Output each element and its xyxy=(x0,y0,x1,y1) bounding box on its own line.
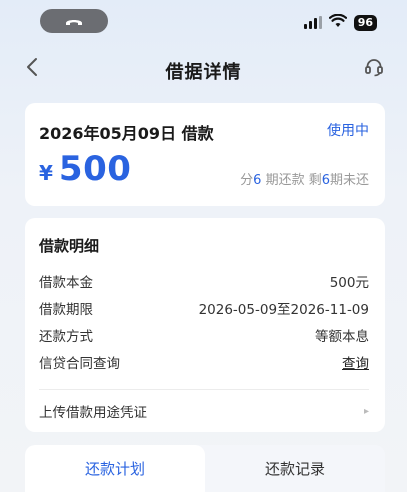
detail-row-repayment-method: 还款方式 等额本息 xyxy=(39,325,369,345)
loan-detail-card: 借款明细 借款本金 500元 借款期限 2026-05-09至2026-11-0… xyxy=(25,218,385,432)
contract-query-link[interactable]: 查询 xyxy=(342,352,369,372)
detail-value: 2026-05-09至2026-11-09 xyxy=(198,302,369,318)
headset-icon xyxy=(364,57,384,81)
detail-label: 还款方式 xyxy=(39,329,93,345)
detail-label: 借款本金 xyxy=(39,275,93,291)
nav-bar: 借据详情 xyxy=(0,46,407,92)
status-indicators: 96 xyxy=(303,13,377,32)
installments-mid: 期还款 剩 xyxy=(261,173,322,188)
loan-status-badge: 使用中 xyxy=(327,123,369,139)
upload-proof-row[interactable]: 上传借款用途凭证 ▸ xyxy=(39,401,369,421)
installments-prefix: 分 xyxy=(240,173,254,188)
detail-label: 借款期限 xyxy=(39,302,93,318)
chevron-right-icon: ▸ xyxy=(363,405,369,417)
battery-indicator: 96 xyxy=(353,14,377,31)
loan-summary-card: 2026年05月09日 借款 使用中 ¥ 500 分6 期还款 剩6期未还 xyxy=(25,103,385,206)
active-call-pill[interactable] xyxy=(40,9,108,33)
page-title: 借据详情 xyxy=(165,62,242,83)
status-bar: 96 xyxy=(0,0,407,46)
tab-bar: 还款计划 还款记录 xyxy=(25,445,385,492)
detail-row-principal: 借款本金 500元 xyxy=(39,271,369,291)
tab-repayment-plan[interactable]: 还款计划 xyxy=(25,445,205,492)
wifi-icon xyxy=(328,13,347,32)
upload-proof-label: 上传借款用途凭证 xyxy=(39,405,147,421)
signal-icon xyxy=(303,16,322,29)
detail-row-term: 借款期限 2026-05-09至2026-11-09 xyxy=(39,298,369,318)
amount-value: 500 xyxy=(58,149,132,189)
loan-amount: ¥ 500 xyxy=(39,149,131,189)
phone-icon xyxy=(65,12,83,31)
detail-value: 500元 xyxy=(329,275,369,291)
loan-date-title: 2026年05月09日 借款 xyxy=(39,124,214,143)
detail-row-contract: 信贷合同查询 查询 xyxy=(39,352,369,372)
divider xyxy=(39,389,369,390)
installments-suffix: 期未还 xyxy=(329,173,369,188)
installment-info: 分6 期还款 剩6期未还 xyxy=(240,169,369,188)
section-title: 借款明细 xyxy=(39,237,100,255)
currency-symbol: ¥ xyxy=(39,161,53,185)
detail-value: 等额本息 xyxy=(315,329,369,345)
remaining-periods: 6 xyxy=(321,173,330,188)
tab-repayment-records[interactable]: 还款记录 xyxy=(205,445,385,492)
detail-label: 信贷合同查询 xyxy=(39,356,120,372)
customer-service-button[interactable] xyxy=(361,56,387,82)
